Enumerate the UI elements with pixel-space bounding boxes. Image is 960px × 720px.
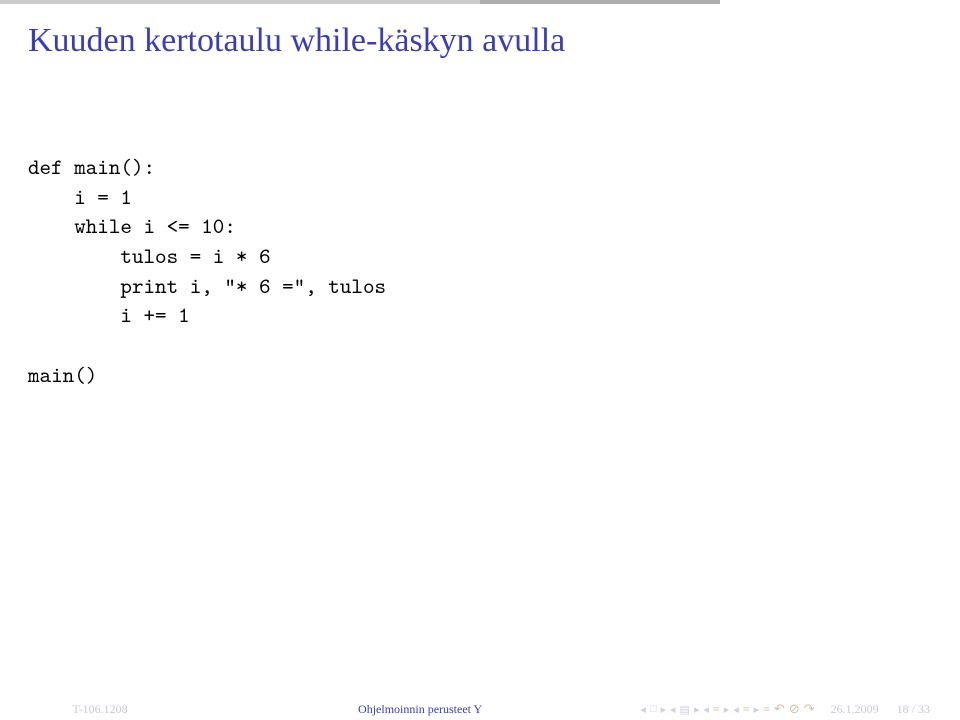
- nav-doc-icon[interactable]: ▤: [680, 703, 690, 716]
- nav-controls: ◂ □ ▸ ◂ ▤ ▸ ◂ ≡ ▸ ◂ ≡ ▸ ≡ ↶ ⊘ ↷: [640, 701, 822, 717]
- slide-page: 18 / 33: [897, 702, 930, 716]
- nav-redo-icon[interactable]: ↷: [804, 701, 815, 717]
- progress-seg-2: [480, 0, 720, 4]
- nav-prev-icon[interactable]: ◂: [670, 703, 676, 716]
- footer: T-106.1208 Ohjelmoinnin perusteet Y ◂ □ …: [0, 698, 960, 720]
- course-title: Ohjelmoinnin perusteet Y: [200, 702, 640, 717]
- slide-date: 26.1.2009: [831, 702, 879, 716]
- nav-search-icon[interactable]: ⊘: [789, 701, 800, 717]
- nav-next-frame-icon[interactable]: ▸: [660, 703, 666, 716]
- nav-undo-icon[interactable]: ↶: [774, 701, 785, 717]
- progress-seg-3: [720, 0, 960, 4]
- nav-line1-icon[interactable]: ≡: [713, 702, 720, 717]
- progress-bar: [0, 0, 960, 4]
- progress-seg-1: [0, 0, 480, 4]
- nav-fwd-icon[interactable]: ▸: [724, 703, 730, 716]
- nav-frame-icon[interactable]: □: [650, 703, 657, 715]
- nav-line2-icon[interactable]: ≡: [743, 702, 750, 717]
- course-code: T-106.1208: [0, 702, 200, 717]
- nav-fwd2-icon[interactable]: ▸: [754, 703, 760, 716]
- nav-next-icon[interactable]: ▸: [694, 703, 700, 716]
- nav-back-icon[interactable]: ◂: [703, 703, 709, 716]
- footer-right: 26.1.2009 18 / 33: [823, 702, 960, 717]
- code-block: def main(): i = 1 while i <= 10: tulos =…: [0, 152, 960, 390]
- nav-line3-icon[interactable]: ≡: [763, 702, 770, 717]
- slide-title: Kuuden kertotaulu while-käskyn avulla: [0, 4, 960, 60]
- nav-back2-icon[interactable]: ◂: [733, 703, 739, 716]
- nav-first-icon[interactable]: ◂: [640, 703, 646, 716]
